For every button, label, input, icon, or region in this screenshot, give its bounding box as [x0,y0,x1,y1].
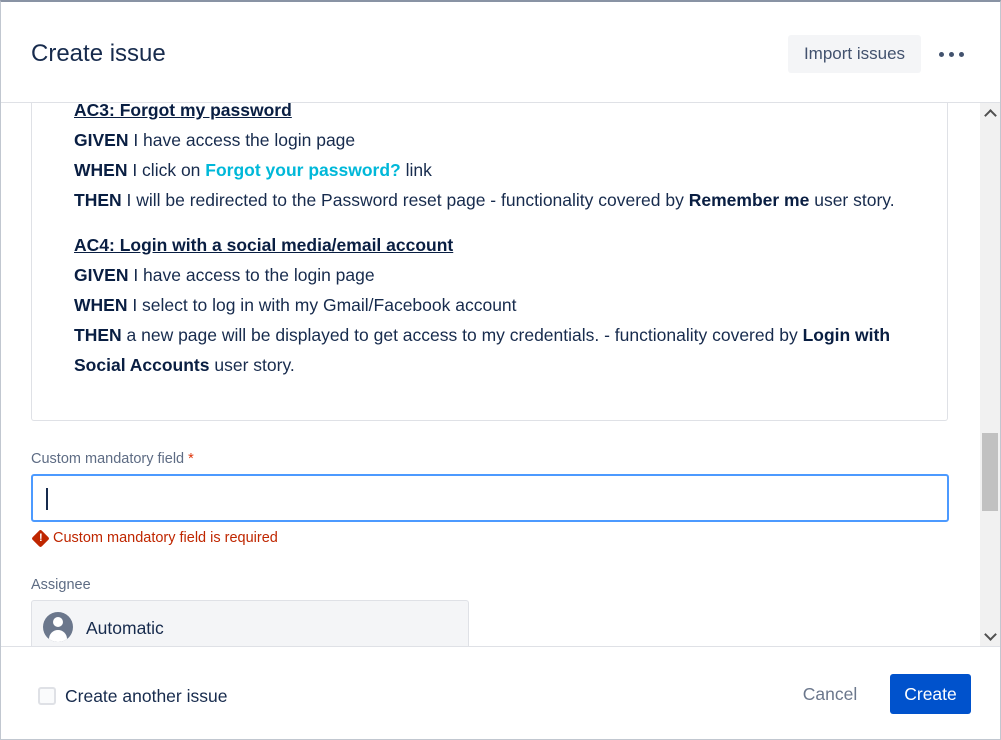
assignee-label: Assignee [31,577,91,593]
ac4-given-line: GIVEN I have access to the login page [74,265,375,285]
ac4-when-line: WHEN I select to log in with my Gmail/Fa… [74,295,517,315]
custom-field-label: Custom mandatory field * [31,451,194,467]
avatar-icon [43,612,73,642]
custom-mandatory-field-input[interactable] [31,474,949,522]
ac3-when-line: WHEN I click on Forgot your password? li… [74,160,432,180]
create-another-checkbox[interactable] [38,687,56,705]
more-options-icon[interactable] [931,38,971,70]
form-scroll-area[interactable]: AC3: Forgot my password GIVEN I have acc… [1,103,979,646]
vertical-scrollbar[interactable] [980,103,1000,646]
create-button[interactable]: Create [890,674,971,714]
dialog-footer: Create another issue Cancel Create [1,646,1000,739]
ac3-then-line: THEN I will be redirected to the Passwor… [74,190,895,210]
scroll-up-icon[interactable] [980,103,1000,123]
required-indicator: * [188,451,194,467]
ac3-heading: AC3: Forgot my password [74,103,292,120]
scrollbar-thumb[interactable] [982,433,998,511]
import-issues-button[interactable]: Import issues [788,35,921,73]
create-issue-dialog: Create issue Import issues AC3: Forgot m… [0,0,1001,740]
scroll-down-icon[interactable] [980,626,1000,646]
ac4-then-line-cont: Social Accounts user story. [74,355,295,375]
ac4-then-line: THEN a new page will be displayed to get… [74,325,891,345]
create-another-label[interactable]: Create another issue [65,686,227,707]
error-icon [31,528,50,548]
assignee-select[interactable]: Automatic [31,600,469,646]
cancel-button[interactable]: Cancel [785,674,875,714]
dialog-title: Create issue [31,40,166,67]
custom-field-error: Custom mandatory field is required [31,528,278,548]
text-caret [46,488,48,510]
ac4-heading: AC4: Login with a social media/email acc… [74,235,454,255]
dialog-header: Create issue Import issues [1,2,1000,103]
forgot-password-link[interactable]: Forgot your password? [205,160,400,180]
ac3-given-line: GIVEN I have access the login page [74,130,356,150]
assignee-value: Automatic [86,618,164,638]
